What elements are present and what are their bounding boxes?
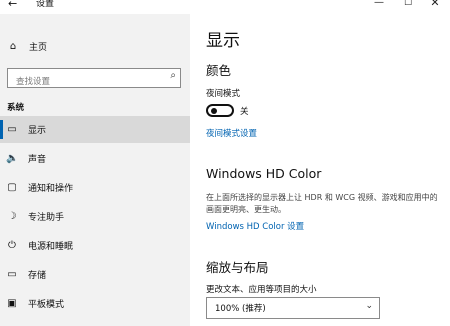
sidebar-item-label: 专注助手 <box>28 213 65 223</box>
monitor-icon: ▭ <box>7 124 17 135</box>
hd-color-settings-link[interactable]: Windows HD Color 设置 <box>206 220 304 232</box>
sidebar-item-6[interactable]: ▭ 存储 <box>0 261 190 288</box>
text-size-label: 更改文本、应用等项目的大小 <box>206 285 317 295</box>
moon-icon: ☽ <box>7 211 17 222</box>
search-input[interactable] <box>8 73 164 91</box>
night-mode-toggle[interactable] <box>206 104 234 117</box>
sidebar-item-label: 通知和操作 <box>28 184 74 194</box>
power-icon: ⏻ <box>8 240 16 251</box>
search-box[interactable]: ⌕ <box>7 68 181 91</box>
search-icon[interactable]: ⌕ <box>170 70 176 81</box>
title-bar: ← 设置 — ☐ ✕ <box>0 0 450 14</box>
sidebar-item-4[interactable]: ☽ 专注助手 <box>0 203 190 230</box>
sidebar-item-label: 平板模式 <box>28 300 65 310</box>
notification-icon: ▢ <box>7 182 17 193</box>
home-label: 主页 <box>29 42 48 53</box>
sidebar-item-7[interactable]: ▣ 平板模式 <box>0 290 190 317</box>
minimize-icon[interactable]: — <box>369 0 389 10</box>
hd-color-title: Windows HD Color <box>206 166 322 181</box>
sidebar-item-label: 存储 <box>28 271 47 281</box>
toggle-knob <box>211 108 217 114</box>
scale-layout-title: 缩放与布局 <box>206 260 269 275</box>
back-arrow-icon[interactable]: ← <box>8 0 17 11</box>
chevron-down-icon: ⌄ <box>365 301 373 311</box>
home-icon: ⌂ <box>9 40 17 52</box>
night-mode-state: 关 <box>240 107 249 117</box>
sidebar-item-5[interactable]: ⏻ 电源和睡眠 <box>0 232 190 259</box>
sidebar-item-2[interactable]: 🔈 声音 <box>0 145 190 172</box>
section-label: 系统 <box>7 103 25 113</box>
tablet-icon: ▣ <box>7 298 17 309</box>
scale-dropdown[interactable]: 100% (推荐) ⌄ <box>206 297 380 319</box>
sidebar-item-label: 显示 <box>28 126 47 136</box>
scale-dropdown-value: 100% (推荐) <box>215 304 266 314</box>
night-mode-settings-link[interactable]: 夜间模式设置 <box>206 127 257 139</box>
maximize-icon[interactable]: ☐ <box>398 0 418 10</box>
speaker-icon: 🔈 <box>6 153 19 164</box>
page-title: 显示 <box>206 31 240 51</box>
hd-color-description: 在上面所选择的显示器上让 HDR 和 WCG 视频、游戏和应用中的画面更明亮、更… <box>206 193 438 214</box>
sidebar: ⌂ 主页 ⌕ 系统 ▭ 显示 🔈 声音 ▢ 通知和操作 ☽ 专注助手 ⏻ 电源和睡眠 ▭ 存储 ▣ 平板模… <box>0 14 190 326</box>
color-section-title: 颜色 <box>206 63 232 78</box>
night-mode-label: 夜间模式 <box>206 89 241 99</box>
sidebar-item-3[interactable]: ▢ 通知和操作 <box>0 174 190 201</box>
sidebar-item-1[interactable]: ▭ 显示 <box>0 116 190 143</box>
main-content: 显示 颜色 夜间模式 关 夜间模式设置 Windows HD Color 在上面… <box>190 14 450 326</box>
sidebar-home[interactable]: ⌂ 主页 <box>6 36 47 56</box>
close-icon[interactable]: ✕ <box>425 0 445 10</box>
sidebar-item-label: 声音 <box>28 155 47 165</box>
storage-icon: ▭ <box>7 269 17 280</box>
window-title: 设置 <box>36 0 55 9</box>
sidebar-item-label: 电源和睡眠 <box>28 242 74 252</box>
